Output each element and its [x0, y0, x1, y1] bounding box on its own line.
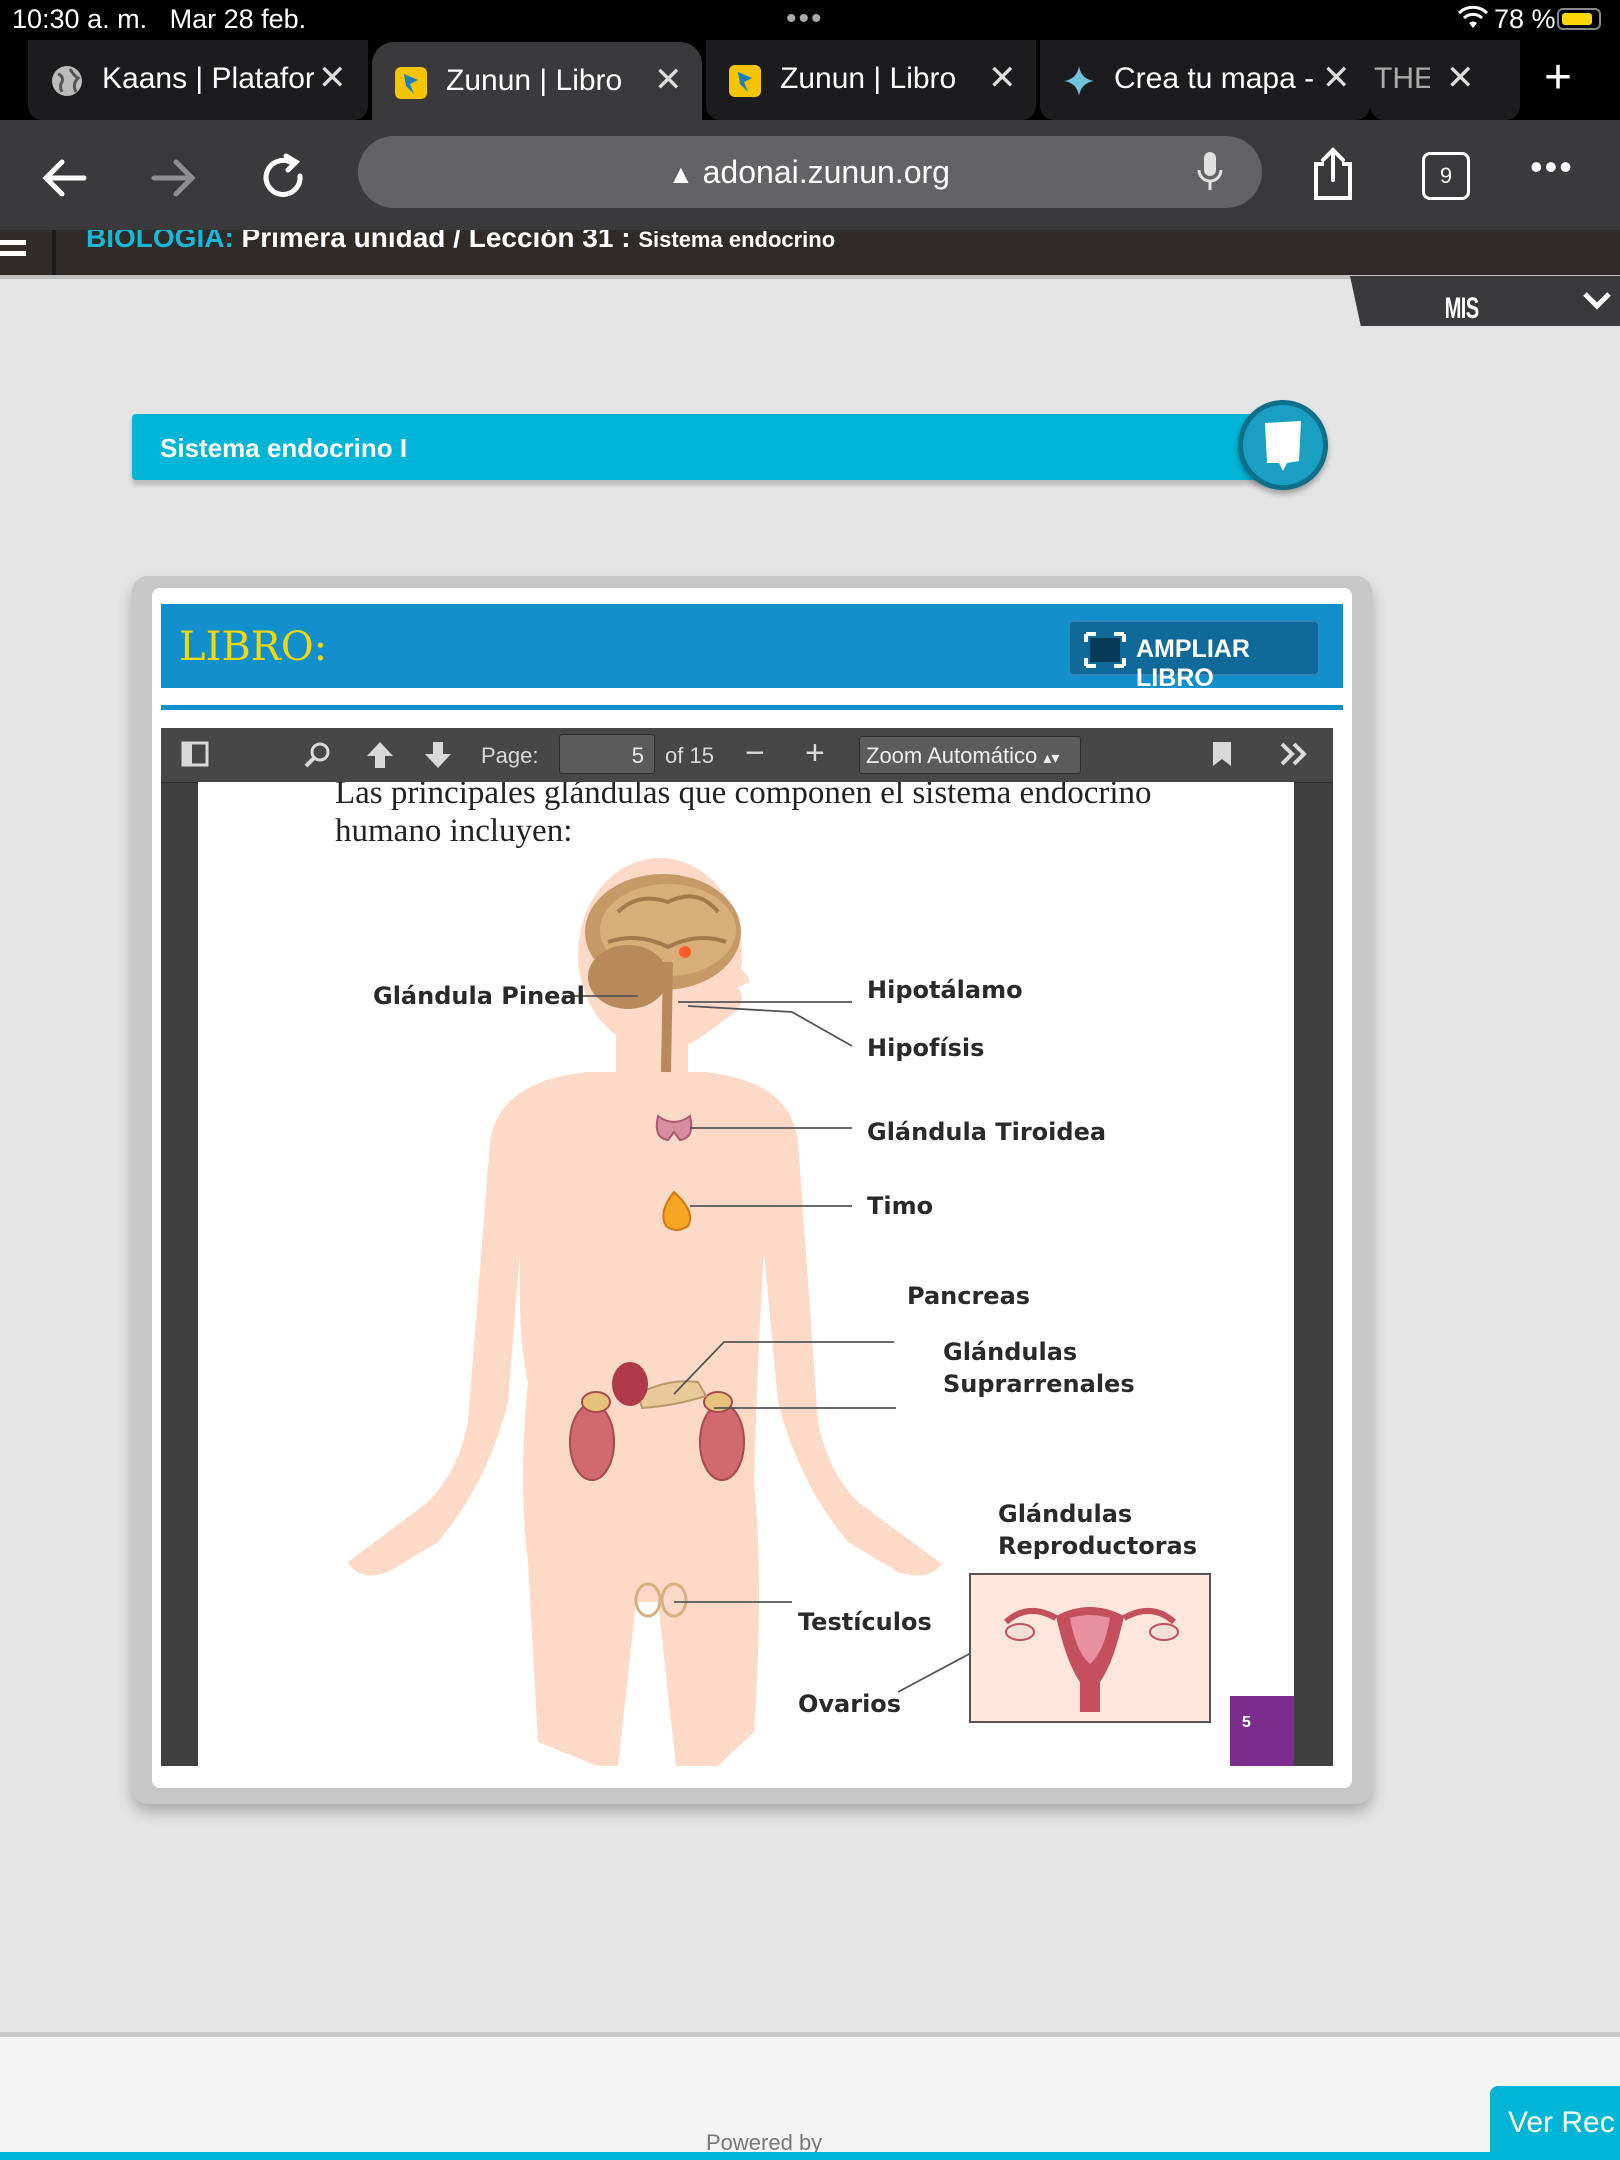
spleen-icon	[612, 1362, 648, 1406]
label-suprarrenales-1: Glándulas	[943, 1338, 1078, 1366]
ver-recursos-button[interactable]: Ver Rec	[1490, 2086, 1620, 2160]
back-arrow-icon[interactable]	[36, 150, 92, 206]
close-tab-icon[interactable]: ✕	[1446, 58, 1475, 98]
new-tab-plus-icon[interactable]: +	[1544, 50, 1572, 105]
label-suprarrenales-2: Suprarrenales	[943, 1370, 1135, 1398]
mis-materias-label: MIS MATERIAS	[1444, 292, 1544, 359]
reload-icon[interactable]	[256, 150, 312, 206]
close-tab-icon[interactable]: ✕	[318, 58, 347, 98]
sparkle-icon	[1064, 66, 1094, 96]
notebook-icon	[1265, 421, 1301, 471]
tab-the[interactable]: THE ✕	[1370, 40, 1520, 120]
tab-kaans[interactable]: Kaans | Platafor ✕	[28, 40, 368, 120]
tab-label: THE	[1374, 62, 1430, 95]
close-tab-icon[interactable]: ✕	[988, 58, 1017, 98]
tab-label: Zunun | Libro	[446, 64, 623, 97]
libro-divider	[161, 705, 1343, 710]
tab-label: Crea tu mapa -	[1114, 62, 1314, 95]
tools-chevron-icon[interactable]	[1279, 740, 1309, 768]
status-time: 10:30 a. m. Mar 28 feb.	[12, 4, 307, 34]
close-tab-icon[interactable]: ✕	[654, 60, 683, 100]
ampliar-libro-label: AMPLIAR LIBRO	[1136, 635, 1250, 692]
lesson-breadcrumb: BIOLOGIA: Primera unidad / Lección 31 : …	[86, 230, 835, 254]
chevron-down-icon	[1583, 292, 1611, 310]
tab-zunun-active[interactable]: Zunun | Libro ✕	[372, 42, 702, 122]
label-hipofisis: Hipofísis	[867, 1034, 985, 1062]
label-reproductoras-2: Reproductoras	[998, 1532, 1198, 1560]
brain-icon	[585, 874, 741, 1073]
forward-arrow-icon[interactable]	[146, 150, 202, 206]
section-title: Sistema endocrino I	[160, 433, 408, 463]
share-icon[interactable]	[1310, 146, 1356, 202]
address-toolbar: ▲ adonai.zunun.org 9 •••	[0, 120, 1620, 230]
url-field[interactable]: ▲ adonai.zunun.org	[358, 136, 1262, 208]
header-divider	[52, 230, 56, 275]
notebook-button[interactable]	[1238, 400, 1328, 490]
label-ovarios: Ovarios	[798, 1690, 902, 1718]
more-options-icon[interactable]: •••	[1530, 146, 1574, 188]
pdf-page: Las principales glándulas que componen e…	[198, 782, 1294, 1766]
page-number-input[interactable]: 5	[559, 734, 655, 774]
zoom-out-icon[interactable]: −	[745, 734, 765, 773]
zoom-select[interactable]: Zoom Automático ▴▾	[859, 736, 1081, 774]
sidebar-toggle-icon[interactable]	[181, 740, 209, 768]
breadcrumb-path: Primera unidad / Lección 31 :	[241, 230, 631, 253]
label-glandula-pineal: Glándula Pineal	[373, 982, 585, 1010]
endocrine-system-illustration	[348, 858, 1211, 1766]
warning-triangle-icon: ▲	[668, 159, 694, 189]
label-hipotalamo: Hipotálamo	[867, 976, 1023, 1004]
page-label: Page:	[481, 743, 539, 768]
wifi-icon	[1458, 6, 1488, 28]
pdf-toolbar: Page: 5 of 15 − + Zoom Automático ▴▾	[161, 728, 1333, 783]
close-tab-icon[interactable]: ✕	[1322, 58, 1351, 98]
libro-label: LIBRO:	[179, 624, 328, 670]
zoom-in-icon[interactable]: +	[805, 734, 825, 773]
zoom-value: Zoom Automático	[866, 743, 1038, 768]
tab-crea-mapa[interactable]: Crea tu mapa - ✕	[1040, 40, 1370, 120]
search-icon[interactable]	[303, 740, 333, 770]
zunun-favicon-icon	[395, 67, 427, 99]
ampliar-libro-button[interactable]: AMPLIAR LIBRO	[1068, 620, 1320, 692]
uterus-inset	[969, 1573, 1211, 1723]
url-text: adonai.zunun.org	[702, 154, 950, 190]
tab-label: Kaans | Platafor	[102, 62, 314, 95]
previous-page-icon[interactable]	[365, 740, 395, 770]
multitask-dots-icon[interactable]: •••	[786, 2, 824, 36]
battery-percentage: 78 %	[1494, 4, 1556, 34]
label-pancreas: Pancreas	[907, 1282, 1031, 1310]
label-reproductoras-1: Glándulas	[998, 1500, 1133, 1528]
label-testiculos: Testículos	[798, 1608, 932, 1636]
page-number-badge: 5	[1230, 1696, 1294, 1766]
tab-count-button[interactable]: 9	[1422, 152, 1470, 200]
tab-zunun[interactable]: Zunun | Libro ✕	[706, 40, 1036, 120]
next-page-icon[interactable]	[423, 740, 453, 770]
cta-label: Ver Rec	[1508, 2106, 1615, 2139]
status-bar: 10:30 a. m. Mar 28 feb. ••• 78 %	[0, 0, 1620, 40]
breadcrumb-subject[interactable]: BIOLOGIA:	[86, 230, 234, 253]
tab-label: Zunun | Libro	[780, 62, 957, 95]
globe-icon	[52, 66, 82, 96]
select-arrows-icon: ▴▾	[1043, 750, 1060, 767]
page-count: of 15	[665, 743, 714, 768]
menu-icon[interactable]	[0, 236, 28, 270]
bookmark-icon[interactable]	[1211, 740, 1233, 768]
zunun-favicon-icon	[729, 65, 761, 97]
bottom-accent-bar	[0, 2152, 1620, 2160]
tab-bar: Kaans | Platafor ✕ Zunun | Libro ✕ Zunun…	[0, 40, 1620, 122]
breadcrumb-lesson: Sistema endocrino	[638, 230, 836, 252]
label-timo: Timo	[867, 1192, 934, 1220]
mis-materias-button[interactable]: MIS MATERIAS	[1350, 276, 1620, 326]
battery-icon	[1557, 8, 1601, 30]
expand-icon	[1084, 632, 1126, 668]
microphone-icon[interactable]	[1196, 150, 1224, 194]
section-banner: Sistema endocrino I	[132, 414, 1282, 480]
label-glandula-tiroidea: Glándula Tiroidea	[867, 1118, 1107, 1146]
lesson-header: BIOLOGIA: Primera unidad / Lección 31 : …	[0, 230, 1620, 275]
